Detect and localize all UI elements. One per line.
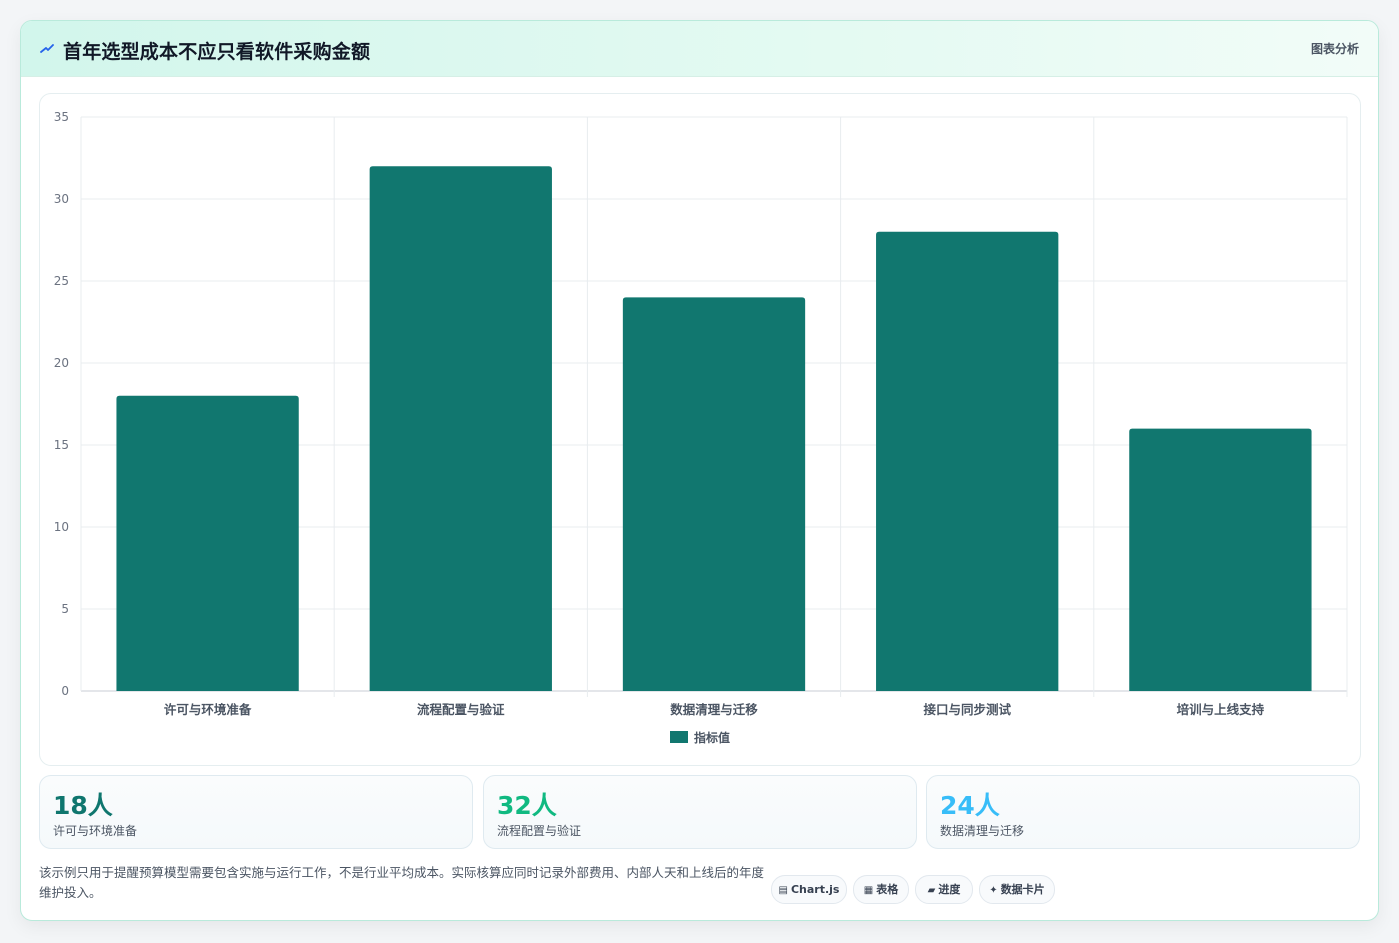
table-tag[interactable]: ▦ 表格 [853, 875, 909, 904]
bar [116, 395, 299, 691]
chart-title: 首年选型成本不应只看软件采购金额 [63, 41, 371, 63]
chart-icon: ▤ [778, 885, 788, 896]
legend-swatch [670, 731, 688, 743]
legend-label: 指标值 [694, 730, 730, 745]
bar [369, 166, 552, 691]
y-tick-label: 20 [54, 356, 69, 370]
table-icon: ▦ [863, 885, 874, 896]
trend-icon [40, 44, 54, 53]
progress-icon: ▰ [927, 885, 936, 896]
y-tick-label: 25 [54, 274, 69, 288]
x-tick-label: 流程配置与验证 [417, 702, 505, 717]
y-tick-label: 0 [61, 684, 69, 698]
data-card-tag[interactable]: ✦ 数据卡片 [979, 875, 1055, 904]
kpi-value: 24人 [940, 791, 1000, 820]
chartjs-tag[interactable]: ▤ Chart.js [771, 875, 847, 904]
bar [622, 297, 806, 691]
chart-analysis-link[interactable]: 图表分析 [1311, 40, 1359, 57]
y-tick-label: 35 [54, 110, 69, 124]
x-tick-label: 数据清理与迁移 [669, 702, 758, 717]
sparkle-icon: ✦ [989, 885, 998, 896]
kpi-card-2: 32人 流程配置与验证 [483, 775, 917, 849]
kpi-value: 18人 [53, 791, 113, 820]
footnote: 该示例只用于提醒预算模型需要包含实施与运行工作，不是行业平均成本。实际核算应同时… [39, 865, 765, 900]
y-tick-label: 30 [54, 192, 69, 206]
x-tick-label: 接口与同步测试 [923, 702, 1011, 717]
bar [876, 231, 1059, 692]
kpi-label: 许可与环境准备 [53, 824, 138, 838]
kpi-card-1: 18人 许可与环境准备 [39, 775, 473, 849]
kpi-label: 流程配置与验证 [497, 824, 582, 838]
bar-chart: 0 5 10 15 20 25 30 35 许可与环境准备 流程配置与验证 数据清理与迁移 接口与同步… [54, 110, 1348, 745]
y-tick-label: 10 [54, 520, 69, 534]
chart-area: 0 5 10 15 20 25 30 35 许可与环境准备 流程配置与验证 数据清理与迁移 接口与同步… [39, 93, 1361, 766]
chart-card: 首年选型成本不应只看软件采购金额 图表分析 0 5 10 15 20 25 30 35 许可与环… [20, 20, 1379, 921]
y-tick-label: 5 [61, 602, 69, 616]
kpi-value: 32人 [497, 791, 557, 820]
y-tick-label: 15 [54, 438, 69, 452]
progress-tag[interactable]: ▰ 进度 [915, 875, 973, 904]
x-tick-label: 许可与环境准备 [164, 702, 252, 717]
kpi-card-3: 24人 数据清理与迁移 [926, 775, 1360, 849]
x-tick-label: 培训与上线支持 [1177, 702, 1265, 717]
card-header: 首年选型成本不应只看软件采购金额 图表分析 [21, 21, 1378, 77]
kpi-label: 数据清理与迁移 [940, 824, 1025, 838]
bar [1129, 428, 1312, 691]
